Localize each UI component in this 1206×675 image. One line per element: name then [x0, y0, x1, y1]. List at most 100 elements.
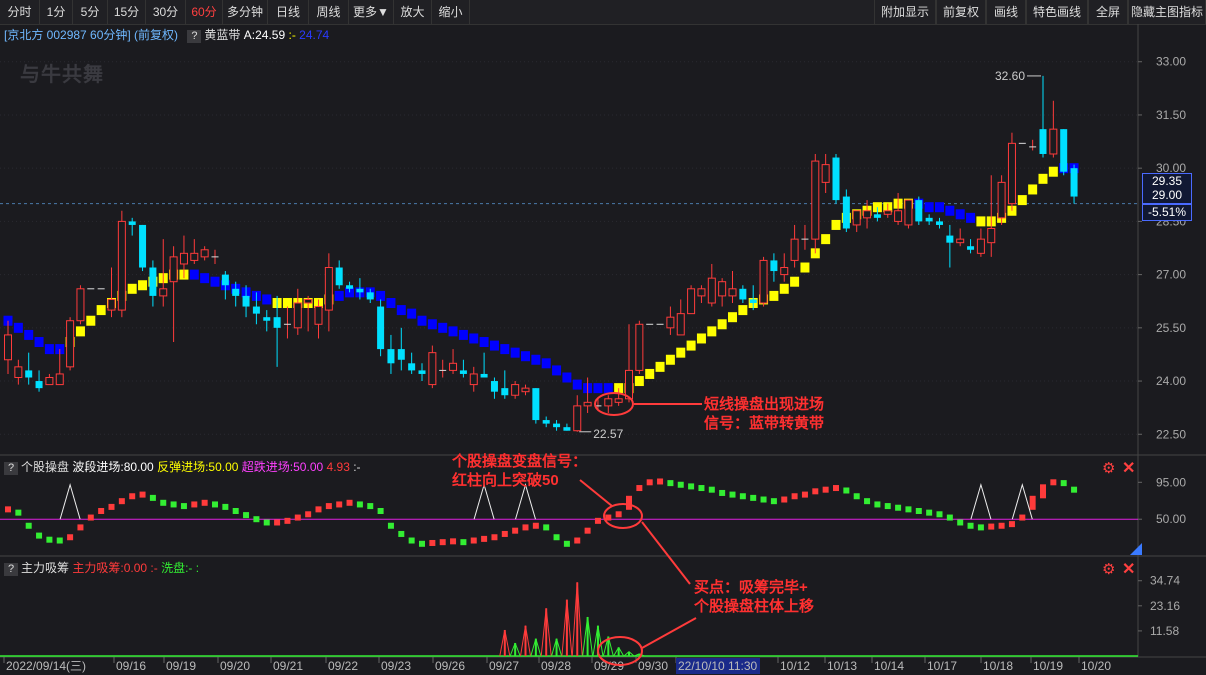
osc-bar — [98, 508, 105, 514]
band-segment — [1017, 195, 1027, 206]
price-tick-label: 27.00 — [1156, 268, 1186, 282]
candle-body-down — [749, 299, 757, 303]
osc-bar — [408, 537, 415, 544]
candle-body-up — [293, 302, 302, 329]
band-segment — [96, 305, 106, 316]
candle-body-up — [904, 199, 913, 226]
osc-bar — [201, 499, 208, 506]
band-segment — [924, 202, 934, 213]
band-segment — [769, 290, 779, 301]
candle-body-up — [976, 238, 985, 254]
candle-body-down — [128, 221, 136, 225]
candle-body-down — [832, 157, 840, 201]
date-label: 09/27 — [489, 659, 519, 673]
date-label: 10/12 — [780, 659, 810, 673]
candle-body-up — [45, 376, 54, 386]
candle-body-up — [314, 306, 323, 325]
osc-bar — [232, 508, 239, 514]
band-segment — [1048, 166, 1058, 177]
band-segment — [1028, 184, 1038, 195]
osc-bar — [439, 539, 446, 546]
osc-bar — [853, 493, 860, 500]
osc-bar — [429, 539, 436, 546]
candle-body-up — [676, 313, 685, 336]
candle-body-down — [335, 267, 343, 286]
osc-bar — [988, 523, 995, 530]
band-segment — [75, 326, 85, 337]
candle-body-up — [635, 323, 644, 371]
osc-bar — [191, 501, 198, 508]
low-label: 22.57 — [593, 427, 623, 441]
candle-body-down — [1070, 168, 1078, 197]
osc-bar — [543, 524, 550, 531]
candle-body-down — [739, 288, 747, 300]
candle-body-up — [324, 267, 333, 311]
candle-body-up — [718, 281, 727, 297]
osc-bar — [36, 532, 43, 539]
osc-bar — [636, 485, 643, 492]
band-segment — [976, 216, 986, 227]
candle-body-down — [408, 363, 416, 371]
annotation-line: 信号：蓝带转黄带 — [704, 415, 825, 432]
osc-bar — [657, 478, 664, 485]
osc-bar — [1008, 521, 1015, 528]
date-label: 09/30 — [638, 659, 668, 673]
osc-bar — [812, 488, 819, 495]
price-tick-label: 31.50 — [1156, 108, 1186, 122]
candle-body-up — [583, 401, 592, 407]
candle-body-up — [811, 160, 820, 240]
band-segment — [489, 340, 499, 351]
osc-bar — [553, 534, 560, 541]
candle-body-up — [697, 288, 706, 297]
date-label: 09/29 — [594, 659, 624, 673]
band-segment — [562, 372, 572, 383]
osc-bar — [387, 522, 394, 529]
candle-body-up — [1049, 128, 1058, 155]
osc-bar — [325, 503, 332, 510]
candle-body-up — [4, 334, 12, 361]
candle-body-up — [304, 298, 313, 304]
candle-body-down — [946, 235, 954, 243]
price-tick-label: 24.00 — [1156, 374, 1186, 388]
candle-body-up — [55, 373, 64, 386]
band-segment — [945, 205, 955, 216]
osc-bar — [1029, 495, 1036, 510]
band-segment — [728, 312, 737, 323]
osc-bar — [15, 509, 22, 516]
osc-bar — [864, 498, 871, 505]
osc-bar — [584, 527, 591, 534]
band-segment — [282, 297, 292, 308]
annotation-buy-point: 买点：吸筹完毕+ 个股操盘柱体上移 — [694, 578, 814, 616]
date-label: 10/20 — [1081, 659, 1111, 673]
band-segment — [676, 347, 686, 358]
date-label: 10/18 — [983, 659, 1013, 673]
candle-body-up — [687, 288, 696, 315]
candle-body-down — [480, 373, 488, 378]
band-segment — [510, 347, 520, 358]
candle-body-down — [542, 420, 550, 424]
band-segment — [717, 319, 727, 330]
osc-bar — [356, 501, 363, 508]
band-segment — [696, 333, 706, 344]
band-segment — [262, 294, 272, 305]
candle-body-up — [728, 288, 737, 297]
candle-body-up — [469, 373, 478, 386]
band-segment — [800, 262, 810, 273]
band-segment — [686, 340, 696, 351]
candle-body-up — [666, 316, 675, 329]
resize-handle-icon — [1130, 543, 1142, 555]
band-segment — [407, 308, 417, 319]
candle-body-up — [117, 220, 126, 311]
osc-bar — [274, 519, 281, 526]
price-box-ref: 29.00 — [1142, 188, 1192, 204]
date-label: 09/22 — [328, 659, 358, 673]
candle-body-down — [149, 267, 157, 296]
annotation-entry-signal: 短线操盘出现进场 信号：蓝带转黄带 — [704, 395, 824, 433]
candle-body-up — [987, 227, 996, 244]
acc-tick-label: 23.16 — [1150, 599, 1180, 613]
date-label: 10/14 — [874, 659, 904, 673]
band-segment — [86, 315, 96, 326]
band-segment — [427, 319, 437, 330]
candle-body-up — [894, 210, 903, 222]
osc-bar — [77, 524, 84, 531]
